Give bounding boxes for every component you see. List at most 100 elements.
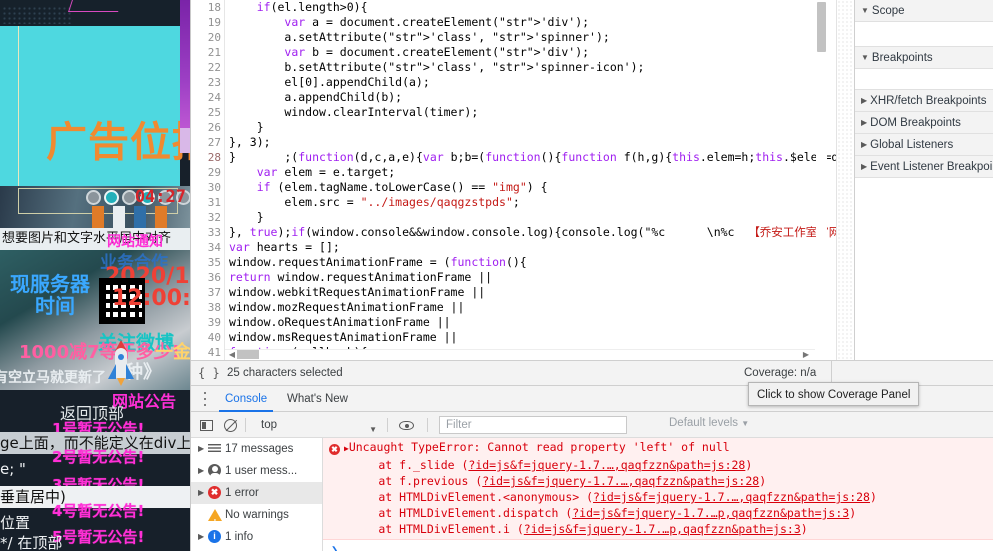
rocket-icon[interactable] — [108, 340, 134, 386]
update-note-text: 有空立马就更新了 — [0, 370, 106, 386]
line-text: a.setAttribute("str">'class', "str">'spi… — [229, 30, 610, 44]
live-expression-button[interactable] — [397, 416, 415, 434]
console-sidebar-item-label: 1 info — [225, 531, 254, 543]
debugger-section-breakpoints[interactable]: ▼ Breakpoints — [855, 47, 993, 69]
console-levels-selector[interactable]: Default levels ▼ — [669, 417, 749, 429]
info-icon: i — [208, 530, 222, 544]
editor-vertical-scrollbar-track[interactable] — [816, 0, 827, 360]
line-text: window.mozRequestAnimationFrame || — [229, 300, 465, 314]
editor-horizontal-scrollbar-track[interactable] — [225, 349, 815, 360]
console-stack-line-2: at HTMLDivElement.<anonymous> (?id=js&f=… — [323, 489, 993, 505]
line-text: if (elem.tagName.toLowerCase() == "img")… — [256, 180, 548, 194]
line-number: 29 — [207, 166, 221, 179]
chevron-down-icon: ▼ — [861, 53, 869, 62]
stack-source-link[interactable]: ?id=js&f=jquery-1.7.…p,qaqfzzn&path=js:3 — [572, 506, 849, 520]
tab-console[interactable]: Console — [219, 386, 274, 412]
line-text: return window.requestAnimationFrame || — [229, 270, 493, 284]
debugger-row-event-listener-breakpoints[interactable]: ▶Event Listener Breakpoints — [855, 156, 993, 178]
editor-vertical-scrollbar-thumb[interactable] — [817, 2, 826, 52]
console-stack-line-3: at HTMLDivElement.dispatch (?id=js&f=jqu… — [323, 505, 993, 521]
stack-source-link[interactable]: ?id=js&f=jquery-1.7.…,qaqfzzn&path=js:28 — [593, 490, 870, 504]
chevron-right-icon[interactable]: ▶ — [198, 460, 204, 482]
debugger-row-dom-breakpoints[interactable]: ▶ DOM Breakpoints — [855, 112, 993, 134]
ad-placeholder-box[interactable]: 广告位招 — [0, 26, 190, 186]
chevron-right-icon[interactable]: ▶ — [198, 526, 204, 548]
console-context-selector[interactable]: top ▼ — [253, 416, 383, 434]
rendered-webpage-pane[interactable]: 广告位招 04:27 想要图片和文字水平居中对齐 网站通知 业务合作 现服务器 … — [0, 0, 190, 551]
line-text: }, true);if(window.console&&window.conso… — [229, 225, 836, 239]
sources-code-editor[interactable]: 18 if(el.length>0){19 var a = document.c… — [191, 0, 836, 360]
line-text: window.clearInterval(timer); — [229, 105, 479, 119]
line-text: } — [229, 120, 264, 134]
clear-console-icon — [223, 418, 237, 432]
line-number: 34 — [207, 241, 221, 254]
breakpoints-body — [855, 69, 993, 90]
console-sidebar-item-0[interactable]: ▶ 17 messages — [191, 438, 322, 460]
console-prompt-row[interactable]: ❯ — [323, 540, 993, 551]
coverage-status-text[interactable]: Coverage: n/a — [744, 367, 816, 379]
console-filter-input[interactable]: Filter — [439, 416, 627, 434]
console-sidebar[interactable]: ▶ 17 messages ▶ 1 user mess... ▶ ✖1 error No w… — [191, 438, 323, 551]
line-text: elem.src = "../images/qaqgzstpds"; — [229, 195, 520, 209]
line-number: 23 — [207, 76, 221, 89]
stack-frame-name: at HTMLDivElement.dispatch ( — [323, 506, 573, 520]
line-number: 21 — [207, 46, 221, 59]
chevron-right-icon[interactable]: ▶ — [198, 482, 204, 504]
stack-frame-name: at HTMLDivElement.<anonymous> ( — [323, 490, 594, 504]
screen-root: 广告位招 04:27 想要图片和文字水平居中对齐 网站通知 业务合作 现服务器 … — [0, 0, 993, 551]
scroll-right-arrow-icon[interactable]: ▶ — [801, 350, 811, 359]
tab-whats-new[interactable]: What's New — [281, 386, 354, 412]
line-number: 35 — [207, 256, 221, 269]
line-number: 18 — [207, 1, 221, 14]
stack-frame-name: at HTMLDivElement.i ( — [323, 522, 524, 536]
stack-frame-close: ) — [800, 522, 808, 536]
stack-source-link[interactable]: ?id=js&f=jquery-1.7.…p,qaqfzzn&path=js:3 — [524, 522, 801, 536]
line-text: var elem = e.target; — [256, 165, 396, 179]
console-sidebar-item-2[interactable]: ▶ ✖ 1 error — [191, 482, 322, 504]
stack-frame-name: at f.previous ( — [323, 474, 483, 488]
ad-vertical-rule — [18, 26, 19, 186]
console-sidebar-item-label: 17 messages — [225, 443, 294, 455]
line-text: var hearts = []; — [229, 240, 340, 254]
xhr-breakpoints-label: XHR/fetch Breakpoints — [870, 95, 987, 107]
chevron-right-icon: ▶ — [861, 162, 868, 171]
editor-horizontal-scrollbar-thumb[interactable] — [237, 350, 259, 359]
pretty-print-braces-icon[interactable]: { } — [198, 366, 220, 380]
console-sidebar-item-label: No warnings — [225, 509, 289, 521]
ad-placeholder-text: 广告位招 — [46, 118, 190, 166]
devtools-panel: 18 if(el.length>0){19 var a = document.c… — [190, 0, 993, 551]
console-stack-line-1: at f.previous (?id=js&f=jquery-1.7.…,qaq… — [323, 473, 993, 489]
console-stack-lines: at f._slide (?id=js&f=jquery-1.7.…,qaqfz… — [323, 457, 993, 537]
console-sidebar-item-3[interactable]: No warnings — [191, 504, 322, 534]
stack-frame-close: ) — [869, 490, 877, 504]
line-text: el[0].appendChild(a); — [229, 75, 430, 89]
debugger-section-scope[interactable]: ▼ Scope — [855, 0, 993, 22]
console-sidebar-item-label: 1 user mess... — [225, 465, 298, 477]
sidebar-toggle-icon — [199, 419, 213, 431]
debugger-row-global-listeners[interactable]: ▶ Global Listeners — [855, 134, 993, 156]
stack-source-link[interactable]: ?id=js&f=jquery-1.7.…,qaqfzzn&path=js:28 — [482, 474, 759, 488]
console-error-title-row[interactable]: ✖ ▶Uncaught TypeError: Cannot read proper… — [323, 439, 993, 457]
kebab-menu-icon[interactable] — [199, 392, 211, 406]
debugger-row-xhr-breakpoints[interactable]: ▶ XHR/fetch Breakpoints — [855, 90, 993, 112]
line-text: window.requestAnimationFrame = (function… — [229, 255, 527, 269]
console-sidebar-item-4[interactable]: ▶ i 1 info — [191, 526, 322, 548]
stack-source-link[interactable]: ?id=js&f=jquery-1.7.…,qaqfzzn&path=js:28 — [468, 458, 745, 472]
console-sidebar-item-1[interactable]: ▶ 1 user mess... — [191, 460, 322, 482]
event-listener-breakpoints-label: Event Listener Breakpoints — [870, 161, 993, 173]
breakpoints-label: Breakpoints — [871, 52, 933, 64]
line-number: 26 — [207, 121, 221, 134]
chevron-right-icon[interactable]: ▶ — [198, 438, 204, 460]
console-message-list[interactable]: ✖ ▶Uncaught TypeError: Cannot read proper… — [323, 438, 993, 551]
console-error-group[interactable]: ✖ ▶Uncaught TypeError: Cannot read proper… — [323, 438, 993, 540]
scroll-left-arrow-icon[interactable]: ◀ — [227, 350, 237, 359]
clear-console-button[interactable] — [221, 416, 239, 434]
live-expression-eye-icon — [398, 420, 414, 430]
line-number: 20 — [207, 31, 221, 44]
editor-resize-gutter[interactable]: ▼ — [836, 0, 854, 360]
console-sidebar-toggle-button[interactable] — [197, 416, 215, 434]
purple-side-strip — [180, 0, 190, 145]
stack-frame-name: at f._slide ( — [323, 458, 469, 472]
line-text: a.appendChild(b); — [229, 90, 403, 104]
line-number: 41 — [207, 346, 221, 359]
